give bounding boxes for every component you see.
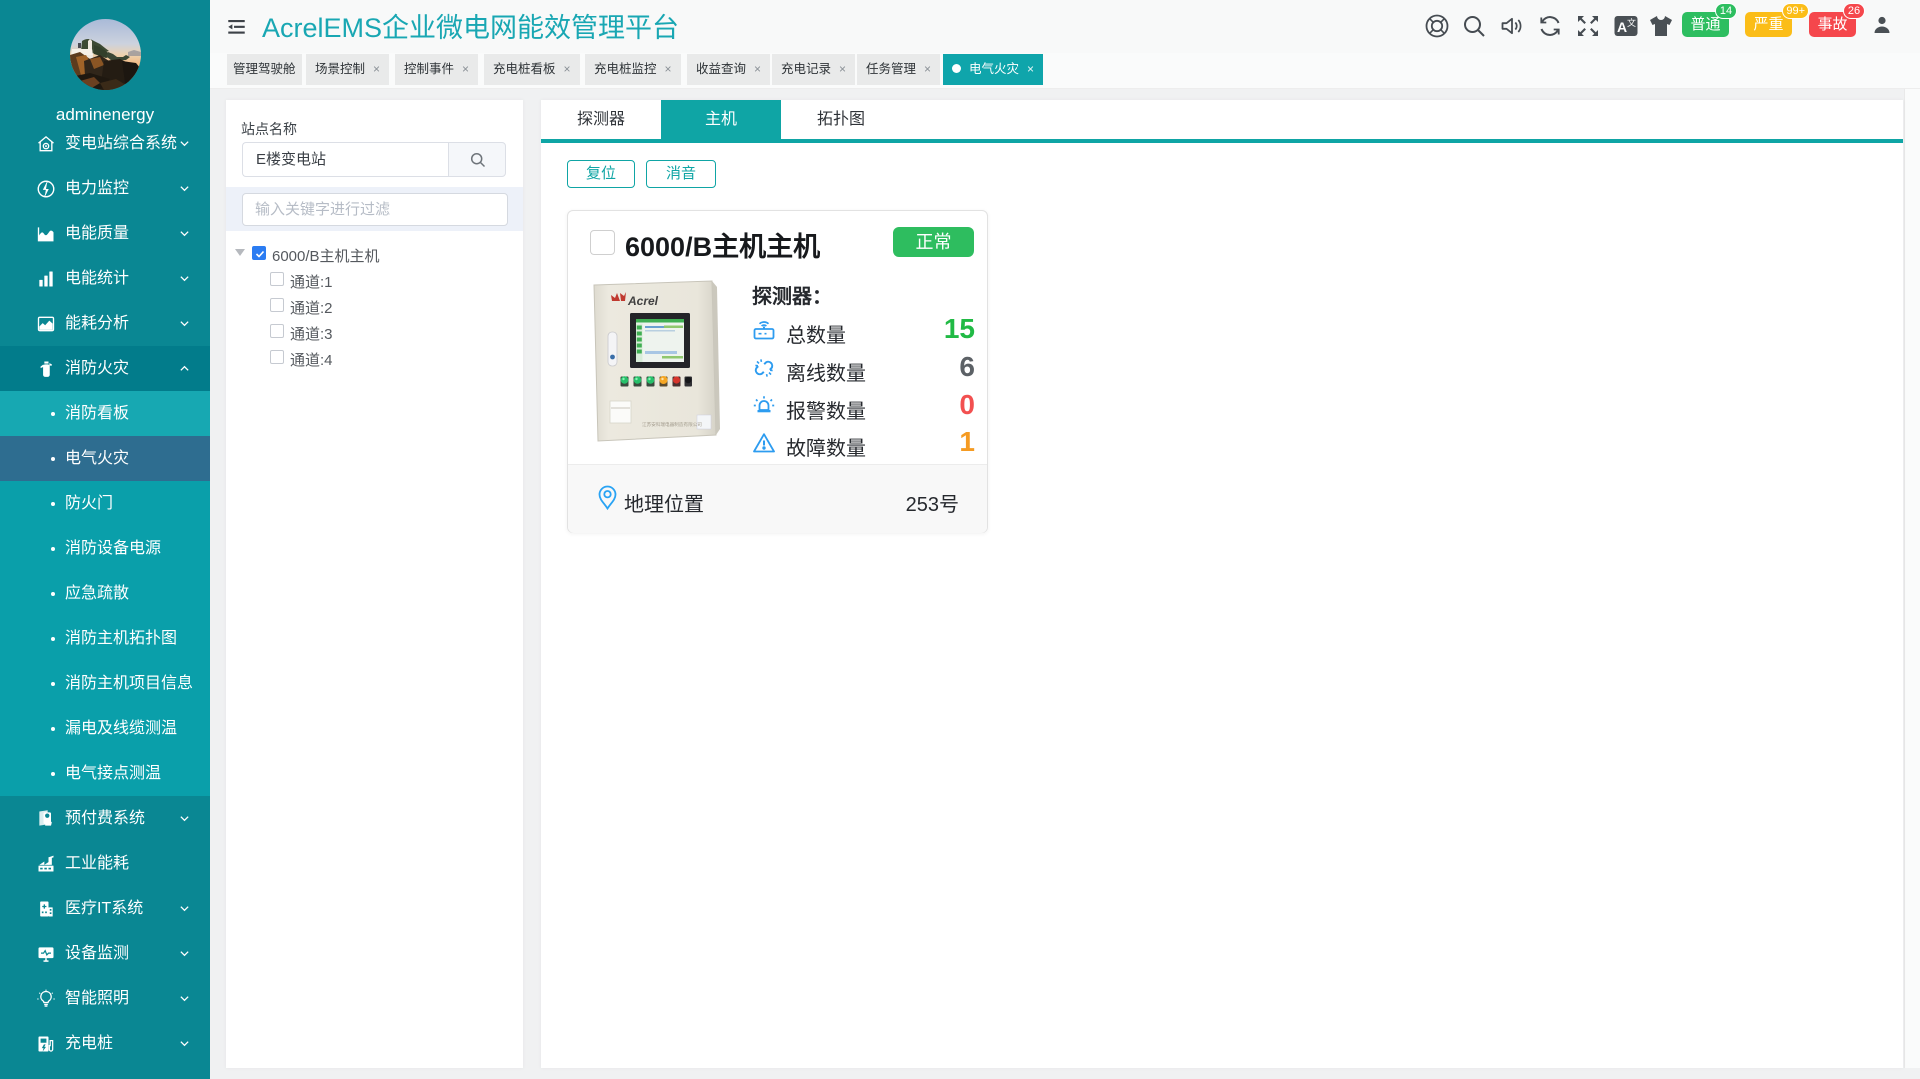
svg-text:文: 文 xyxy=(1627,17,1636,28)
svg-text:A: A xyxy=(1617,19,1627,35)
svg-text:Acrel: Acrel xyxy=(627,294,659,308)
svg-text:江苏安科瑞电器制造有限公司: 江苏安科瑞电器制造有限公司 xyxy=(642,421,702,428)
